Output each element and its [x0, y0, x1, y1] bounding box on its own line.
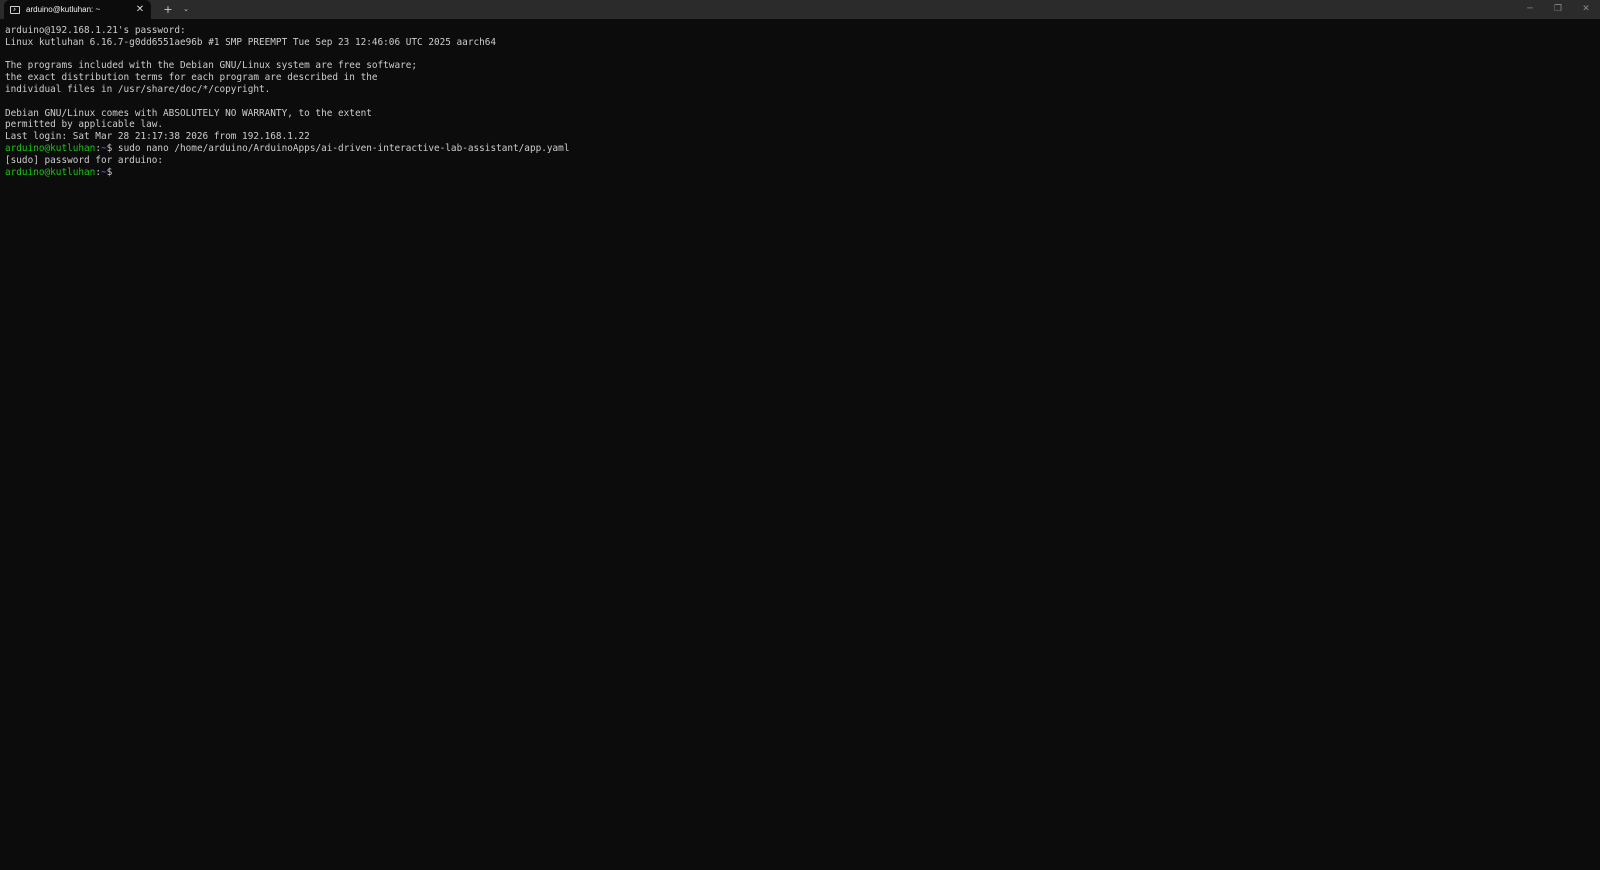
- terminal-icon: [10, 5, 20, 14]
- prompt-line[interactable]: arduino@kutluhan:~$: [5, 167, 1600, 179]
- command-text: sudo nano /home/arduino/ArduinoApps/ai-d…: [117, 142, 570, 154]
- output-line: The programs included with the Debian GN…: [5, 60, 418, 72]
- title-bar[interactable]: arduino@kutluhan: ~ ✕ + ⌄ ─ ❐ ✕: [0, 0, 1600, 19]
- new-tab-icon[interactable]: +: [159, 0, 177, 19]
- tab-arduino-kutluhan[interactable]: arduino@kutluhan: ~ ✕: [4, 0, 151, 19]
- restore-icon[interactable]: ❐: [1544, 0, 1572, 19]
- output-line: Last login: Sat Mar 28 21:17:38 2026 fro…: [5, 131, 310, 143]
- prompt-line: arduino@kutluhan:~$ sudo nano /home/ardu…: [5, 143, 1600, 155]
- output-line: Debian GNU/Linux comes with ABSOLUTELY N…: [5, 107, 372, 119]
- window-close-icon[interactable]: ✕: [1572, 0, 1600, 19]
- output-line: permitted by applicable law.: [5, 119, 164, 131]
- minimize-icon[interactable]: ─: [1516, 0, 1544, 19]
- output-line: Linux kutluhan 6.16.7-g0dd6551ae96b #1 S…: [5, 36, 497, 48]
- terminal-window: arduino@kutluhan: ~ ✕ + ⌄ ─ ❐ ✕ arduino@…: [0, 0, 1600, 870]
- tab-title: arduino@kutluhan: ~: [26, 5, 101, 14]
- prompt-symbol: $: [106, 142, 118, 154]
- prompt-user: arduino@kutluhan: [5, 142, 96, 154]
- output-line: [sudo] password for arduino:: [5, 154, 164, 166]
- terminal-output[interactable]: arduino@192.168.1.21's password: Linux k…: [0, 19, 1600, 870]
- output-line: arduino@192.168.1.21's password:: [5, 25, 186, 36]
- prompt-user: arduino@kutluhan: [5, 166, 96, 178]
- chevron-down-icon[interactable]: ⌄: [177, 0, 195, 19]
- output-line: individual files in /usr/share/doc/*/cop…: [5, 83, 271, 95]
- prompt-symbol: $: [106, 166, 118, 178]
- window-controls: ─ ❐ ✕: [1516, 0, 1600, 19]
- tab-close-icon[interactable]: ✕: [133, 3, 147, 17]
- output-line: the exact distribution terms for each pr…: [5, 72, 378, 84]
